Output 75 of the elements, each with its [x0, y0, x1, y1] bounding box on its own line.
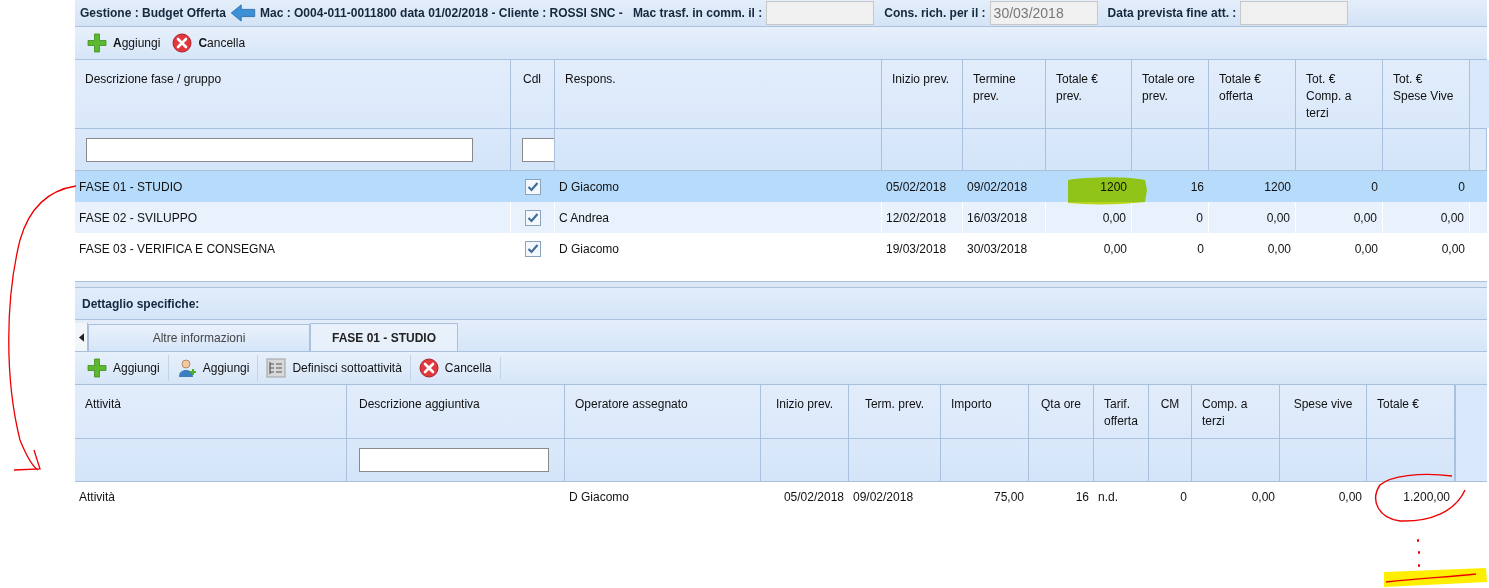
date-field[interactable]: 30/03/2018 — [989, 1, 1098, 25]
column-header[interactable]: Comp. a terzi — [1192, 385, 1280, 438]
section-title: Dettaglio specifiche: — [82, 296, 200, 311]
field-label: Cons. rich. per il : — [884, 6, 986, 20]
column-header[interactable]: Totale ore prev. — [1132, 60, 1209, 128]
table-cell: 75,00 — [993, 490, 1024, 504]
column-header[interactable]: Totale € prev. — [1046, 60, 1132, 128]
column-header[interactable]: CM — [1149, 385, 1192, 438]
column-header[interactable]: Inizio prev. — [761, 385, 849, 438]
column-header[interactable]: Tot. € Comp. a terzi — [1296, 60, 1383, 128]
table-cell: 0,00 — [1338, 490, 1362, 504]
column-header[interactable]: Term. prev. — [849, 385, 941, 438]
subtasks-button[interactable]: Definisci sottoattività — [257, 355, 406, 381]
column-header[interactable]: Descrizione fase / gruppo — [75, 60, 511, 128]
table-cell: 0,00 — [1267, 241, 1291, 256]
table-cell: 0,00 — [1441, 241, 1465, 256]
table-row[interactable]: FASE 02 - SVILUPPO C Andrea 12/02/2018 16/03/2018 0,00 0 0,00 0,00 0,00 — [75, 202, 1487, 233]
column-header[interactable]: Spese vive — [1280, 385, 1367, 438]
column-header[interactable]: Respons. — [555, 60, 882, 128]
table-cell: 09/02/2018 — [967, 179, 1028, 194]
field-label: Data prevista fine att. : — [1107, 6, 1237, 20]
table-cell: FASE 02 - SVILUPPO — [79, 210, 198, 225]
table-cell: 0 — [1458, 179, 1465, 194]
column-header[interactable]: Inizio prev. — [882, 60, 963, 128]
table-cell: 0,00 — [1102, 210, 1126, 225]
table-cell: D Giacomo — [559, 179, 620, 194]
table-cell: 0 — [1371, 179, 1378, 194]
table-cell: D Giacomo — [569, 490, 630, 504]
column-header[interactable]: Tarif. offerta — [1094, 385, 1149, 438]
table-cell: C Andrea — [559, 210, 610, 225]
add-button[interactable]: Aggiungi — [167, 355, 254, 381]
add-button[interactable]: Aggiungi — [83, 30, 165, 56]
table-cell: FASE 03 - VERIFICA E CONSEGNA — [79, 241, 276, 256]
table-cell: FASE 01 - STUDIO — [79, 179, 183, 194]
table-cell: 0,00 — [1266, 210, 1290, 225]
column-header[interactable]: Descrizione aggiuntiva — [347, 385, 565, 438]
column-header[interactable]: Importo — [941, 385, 1029, 438]
table-cell: 1200 — [1264, 179, 1291, 194]
table-cell: 0,00 — [1354, 241, 1378, 256]
table-cell: 16 — [1190, 179, 1204, 194]
table-cell: 0,00 — [1251, 490, 1275, 504]
table-cell: 0 — [1180, 490, 1187, 504]
delete-button[interactable]: Cancella — [409, 355, 496, 381]
column-header[interactable]: Termine prev. — [963, 60, 1046, 128]
table-cell: 19/03/2018 — [886, 241, 947, 256]
table-cell: 0 — [1196, 210, 1203, 225]
table-cell: 05/02/2018 — [783, 490, 844, 504]
table-cell: 05/02/2018 — [886, 179, 947, 194]
column-header[interactable]: Qta ore — [1029, 385, 1094, 438]
table-cell: 16 — [1075, 490, 1089, 504]
table-cell: n.d. — [1098, 490, 1118, 504]
tab[interactable]: FASE 01 - STUDIO — [310, 323, 458, 351]
table-cell: 0,00 — [1103, 241, 1127, 256]
table-cell: 1.200,00 — [1403, 490, 1450, 504]
table-cell: 09/02/2018 — [853, 490, 914, 504]
table-cell: 16/03/2018 — [967, 210, 1028, 225]
table-cell: 0,00 — [1440, 210, 1464, 225]
table-cell: 12/02/2018 — [886, 210, 947, 225]
add-button[interactable]: Aggiungi — [83, 355, 164, 381]
table-cell: 0,00 — [1353, 210, 1377, 225]
table-cell: 0 — [1197, 241, 1204, 256]
tab[interactable]: Altre informazioni — [88, 324, 310, 351]
column-header[interactable]: Totale € offerta — [1209, 60, 1296, 128]
column-header[interactable]: Cdl — [511, 60, 555, 128]
page-title: Gestione : Budget Offerta — [80, 6, 226, 20]
field-label: Mac trasf. in comm. il : — [632, 6, 763, 20]
table-row[interactable]: FASE 01 - STUDIO D Giacomo 05/02/2018 09/02/2018 1200 16 1200 0 0 — [75, 171, 1487, 202]
order-info: Mac : O004-011-0011800 data 01/02/2018 - Cliente : ROSSI SNC - — [260, 6, 623, 20]
table-cell: D Giacomo — [559, 241, 620, 256]
table-cell: 30/03/2018 — [967, 241, 1028, 256]
table-cell: Attività — [79, 490, 115, 504]
table-cell: 1200 — [1100, 179, 1127, 194]
column-header[interactable]: Attività — [75, 385, 347, 438]
delete-button[interactable]: Cancella — [168, 30, 250, 56]
column-header[interactable]: Operatore assegnato — [565, 385, 761, 438]
